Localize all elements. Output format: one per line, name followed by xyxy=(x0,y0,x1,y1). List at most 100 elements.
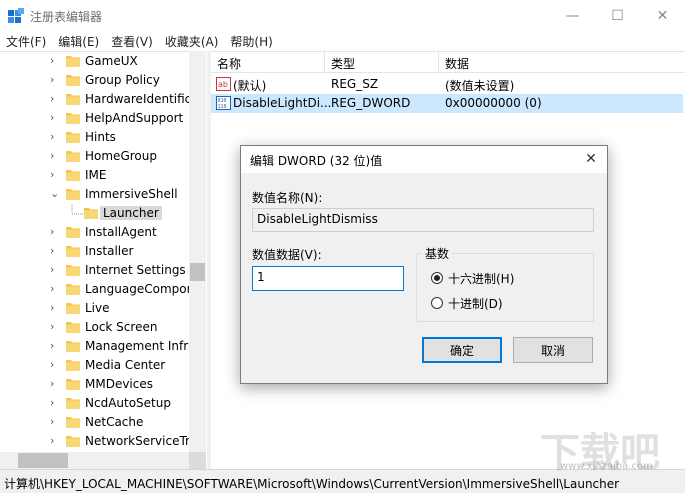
chevron-right-icon[interactable]: › xyxy=(50,168,60,181)
menu-edit[interactable]: 编辑(E) xyxy=(52,31,105,51)
chevron-right-icon[interactable]: › xyxy=(50,130,60,143)
chevron-down-icon[interactable]: ⌄ xyxy=(50,187,60,200)
tree-item[interactable]: › Group Policy xyxy=(0,71,190,90)
window-title: 注册表编辑器 xyxy=(30,10,103,24)
tree-item[interactable]: › Installer xyxy=(0,242,190,261)
menu-help[interactable]: 帮助(H) xyxy=(224,31,278,51)
tree-item-label: Management Infra xyxy=(85,339,196,353)
chevron-right-icon[interactable]: › xyxy=(50,149,60,162)
tree-item[interactable]: › NetworkServiceTrig xyxy=(0,432,201,451)
menu-bar: 文件(F) 编辑(E) 查看(V) 收藏夹(A) 帮助(H) xyxy=(0,31,685,51)
chevron-right-icon[interactable]: › xyxy=(50,320,60,333)
folder-icon xyxy=(66,379,80,390)
tree-item[interactable]: › HardwareIdentifica xyxy=(0,90,199,109)
close-button[interactable]: ✕ xyxy=(640,0,685,31)
tree-item[interactable]: › Lock Screen xyxy=(0,318,190,337)
tree-item[interactable]: › HelpAndSupport xyxy=(0,109,190,128)
tree-item-label: Internet Settings xyxy=(85,263,186,277)
list-row[interactable]: ab (默认) REG_SZ (数值未设置) xyxy=(211,75,683,94)
tree-item[interactable]: › NetCache xyxy=(0,413,190,432)
tree-item[interactable]: Launcher xyxy=(0,204,190,223)
dialog-close-button[interactable]: ✕ xyxy=(581,149,601,169)
chevron-right-icon[interactable]: › xyxy=(50,92,60,105)
value-name: (默认) xyxy=(233,79,267,93)
chevron-right-icon[interactable]: › xyxy=(50,54,60,67)
tree-item[interactable]: ⌄ ImmersiveShell xyxy=(0,185,190,204)
chevron-right-icon[interactable]: › xyxy=(50,339,60,352)
folder-icon xyxy=(66,436,80,447)
value-data-input[interactable]: 1 xyxy=(252,266,404,291)
chevron-right-icon[interactable]: › xyxy=(50,301,60,314)
chevron-right-icon[interactable]: › xyxy=(50,263,60,276)
tree-item-label: ImmersiveShell xyxy=(85,187,178,201)
chevron-right-icon[interactable]: › xyxy=(50,396,60,409)
tree-item[interactable]: › Media Center xyxy=(0,356,190,375)
menu-view[interactable]: 查看(V) xyxy=(105,31,159,51)
dialog-title-bar: 编辑 DWORD (32 位)值 ✕ xyxy=(241,146,607,173)
column-header-data[interactable]: 数据 xyxy=(445,55,469,72)
edit-dword-dialog: 编辑 DWORD (32 位)值 ✕ 数值名称(N): DisableLight… xyxy=(240,145,608,384)
chevron-right-icon[interactable]: › xyxy=(50,415,60,428)
minimize-button[interactable]: — xyxy=(550,0,595,31)
tree-horizontal-scroll-thumb[interactable] xyxy=(18,453,68,468)
tree-item[interactable]: › IME xyxy=(0,166,190,185)
chevron-right-icon[interactable]: › xyxy=(50,282,60,295)
folder-icon xyxy=(66,113,80,124)
hex-radio-label[interactable]: 十六进制(H) xyxy=(448,270,514,287)
folder-icon xyxy=(66,341,80,352)
maximize-button[interactable]: ☐ xyxy=(595,0,640,31)
folder-icon xyxy=(66,132,80,143)
tree-item[interactable]: › Internet Settings xyxy=(0,261,190,280)
decimal-radio[interactable] xyxy=(431,297,443,309)
tree-item[interactable]: › GameUX xyxy=(0,52,190,71)
tree-item-label: InstallAgent xyxy=(85,225,157,239)
folder-icon xyxy=(66,189,80,200)
ok-button[interactable]: 确定 xyxy=(422,337,502,363)
tree-item-label: HardwareIdentifica xyxy=(85,92,199,106)
tree-item[interactable]: › Hints xyxy=(0,128,190,147)
column-separator[interactable] xyxy=(324,52,325,72)
chevron-right-icon[interactable]: › xyxy=(50,377,60,390)
value-name: DisableLightDi... xyxy=(233,96,332,110)
menu-favorites[interactable]: 收藏夹(A) xyxy=(159,31,225,51)
decimal-radio-label[interactable]: 十进制(D) xyxy=(448,295,503,312)
column-header-type[interactable]: 类型 xyxy=(331,55,355,72)
value-name-field[interactable]: DisableLightDismiss xyxy=(252,208,594,232)
menu-file[interactable]: 文件(F) xyxy=(0,31,52,51)
folder-icon xyxy=(66,227,80,238)
tree-vertical-scroll-thumb[interactable] xyxy=(190,263,205,281)
value-data: 0x00000000 (0) xyxy=(445,96,542,110)
column-header-name[interactable]: 名称 xyxy=(217,55,241,72)
tree-item-label: GameUX xyxy=(85,54,138,68)
value-data: (数值未设置) xyxy=(445,79,515,93)
tree-item[interactable]: › Management Infra xyxy=(0,337,196,356)
list-row-selected[interactable]: 010 110 DisableLightDi... REG_DWORD 0x00… xyxy=(211,94,683,113)
chevron-right-icon[interactable]: › xyxy=(50,73,60,86)
tree-item[interactable]: › LanguageCompone xyxy=(0,280,202,299)
tree-item[interactable]: › Live xyxy=(0,299,190,318)
chevron-right-icon[interactable]: › xyxy=(50,225,60,238)
status-path: 计算机\HKEY_LOCAL_MACHINE\SOFTWARE\Microsof… xyxy=(4,477,620,491)
tree-item[interactable]: › MMDevices xyxy=(0,375,190,394)
tree-item[interactable]: › InstallAgent xyxy=(0,223,190,242)
dword-value-icon: 010 110 xyxy=(216,96,231,110)
tree-item[interactable]: › NcdAutoSetup xyxy=(0,394,190,413)
tree-item-label: HomeGroup xyxy=(85,149,157,163)
svg-text:110: 110 xyxy=(218,104,227,110)
hex-radio[interactable] xyxy=(431,272,443,284)
chevron-right-icon[interactable]: › xyxy=(50,434,60,447)
tree-vertical-scrollbar[interactable] xyxy=(189,51,206,452)
base-group-box xyxy=(416,253,594,322)
chevron-right-icon[interactable]: › xyxy=(50,244,60,257)
tree-item-label: HelpAndSupport xyxy=(85,111,184,125)
cancel-button[interactable]: 取消 xyxy=(513,337,593,363)
close-icon: ✕ xyxy=(585,151,597,167)
tree-item[interactable]: › HomeGroup xyxy=(0,147,190,166)
chevron-right-icon[interactable]: › xyxy=(50,358,60,371)
tree-item-label: MMDevices xyxy=(85,377,153,391)
chevron-right-icon[interactable]: › xyxy=(50,111,60,124)
registry-tree[interactable]: › GameUX › Group Policy › HardwareIdentifica ›… xyxy=(0,51,207,470)
watermark-url: www.xiazaiba.com xyxy=(560,461,653,472)
column-separator[interactable] xyxy=(438,52,439,72)
close-icon: ✕ xyxy=(656,7,669,24)
